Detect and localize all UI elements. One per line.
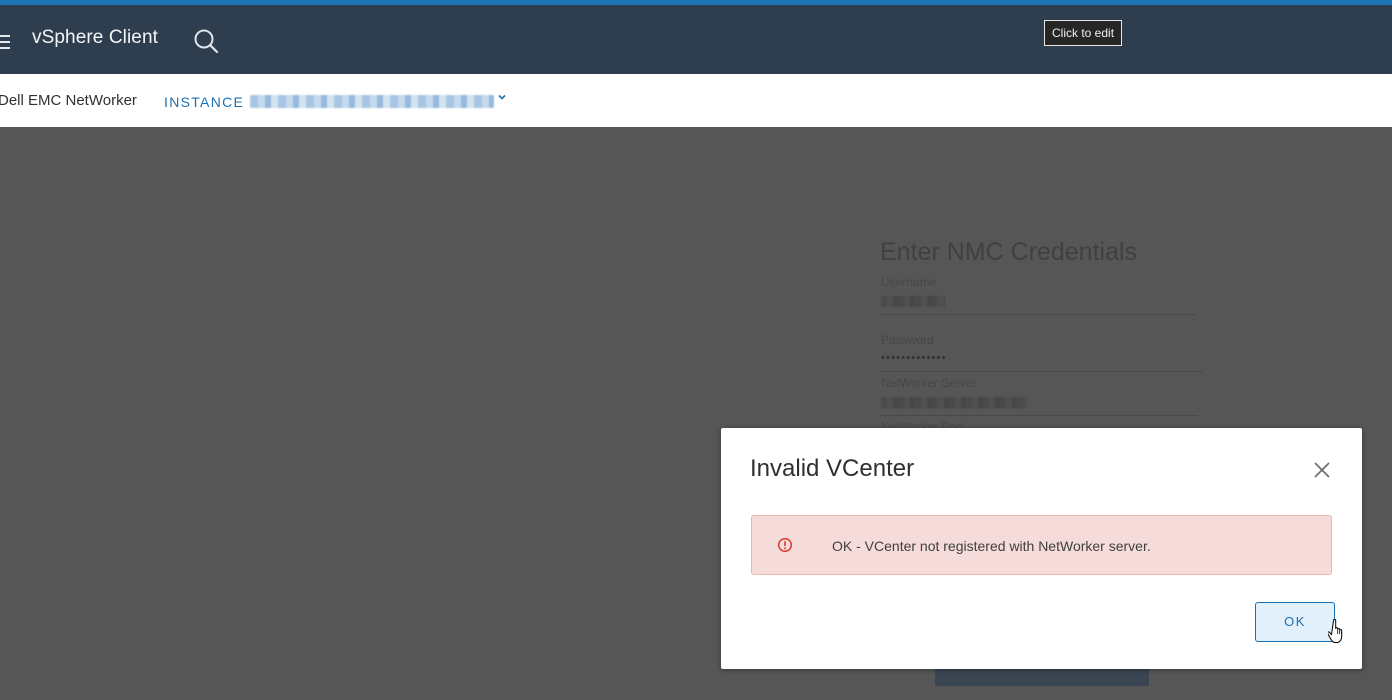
instance-selector[interactable]	[250, 95, 494, 108]
server-underline	[880, 415, 1198, 416]
tooltip: Click to edit	[1044, 20, 1123, 46]
ok-button[interactable]: OK	[1255, 602, 1335, 642]
server-label: NetWorker Server	[881, 376, 977, 390]
server-field[interactable]	[881, 397, 1027, 408]
username-underline	[880, 314, 1196, 315]
instance-label[interactable]: INSTANCE	[164, 94, 244, 110]
close-icon[interactable]	[1311, 459, 1333, 481]
app-header: vSphere Client Click to edit	[0, 5, 1392, 74]
plugin-name: Dell EMC NetWorker	[0, 92, 137, 109]
error-alert: OK - VCenter not registered with NetWork…	[751, 515, 1332, 575]
hamburger-icon[interactable]	[0, 35, 10, 49]
app-title[interactable]: vSphere Client	[32, 27, 158, 49]
plugin-bar: Dell EMC NetWorker INSTANCE	[0, 74, 1392, 127]
invalid-vcenter-dialog: Invalid VCenter OK - VCenter not registe…	[721, 428, 1362, 669]
form-title: Enter NMC Credentials	[880, 238, 1138, 266]
alert-message: OK - VCenter not registered with NetWork…	[832, 538, 1151, 554]
chevron-down-icon[interactable]	[497, 92, 507, 105]
password-field[interactable]: •••••••••••••	[881, 352, 947, 364]
connect-button[interactable]	[935, 669, 1149, 686]
hand-cursor-icon	[1327, 618, 1348, 646]
username-field[interactable]	[881, 296, 945, 307]
password-label: Password	[881, 333, 934, 347]
username-label: Username	[881, 275, 937, 289]
password-underline	[880, 371, 1203, 372]
error-icon	[777, 537, 793, 553]
dialog-title: Invalid VCenter	[750, 455, 915, 482]
search-icon[interactable]	[192, 27, 220, 55]
